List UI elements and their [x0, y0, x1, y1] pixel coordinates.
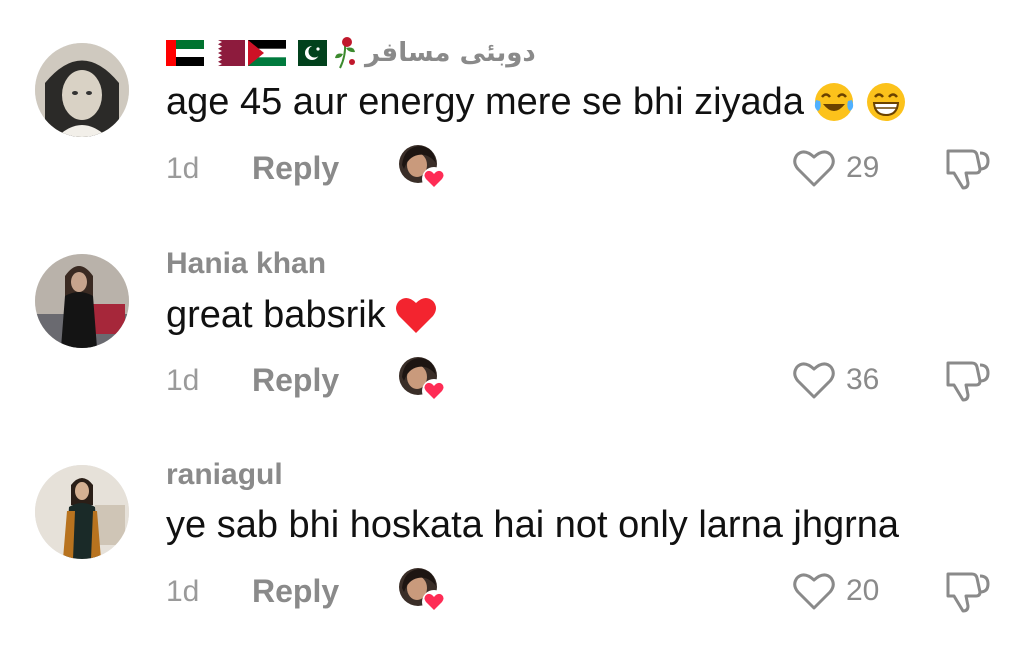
reply-button[interactable]: Reply: [252, 573, 339, 610]
username[interactable]: دوبئی مسافر: [365, 38, 536, 68]
username[interactable]: raniagul: [166, 458, 283, 492]
reply-button[interactable]: Reply: [252, 150, 339, 187]
grinning-emoji-icon: [866, 83, 905, 121]
creator-liked-heart-icon: [399, 568, 446, 614]
red-heart-emoji-icon: [395, 297, 436, 333]
comment-text-row: great babsrik: [166, 293, 438, 337]
uae-flag-icon: [166, 40, 204, 66]
comment-time: 1d: [166, 575, 200, 608]
thumbs-down-icon[interactable]: [942, 566, 992, 616]
thumbs-down-icon[interactable]: [942, 143, 992, 193]
palestine-flag-icon: [248, 40, 286, 66]
tears-of-joy-emoji-icon: [814, 83, 854, 121]
username-flags: دوبئی مسافر: [166, 36, 536, 70]
creator-liked-heart-icon: [399, 145, 446, 191]
comment-text: age 45 aur energy mere se bhi ziyada: [166, 80, 804, 123]
comment-item: raniagul ye sab bhi hoskata hai not only…: [0, 422, 1024, 622]
comment-item: دوبئی مسافر age 45 aur energy mere se bh…: [0, 0, 1024, 200]
creator-liked-heart-icon: [399, 357, 446, 403]
wilted-rose-icon: [335, 37, 355, 69]
avatar[interactable]: [35, 43, 129, 137]
heart-outline-icon[interactable]: [792, 358, 836, 402]
pakistan-flag-icon: [289, 40, 327, 66]
comment-text-row: age 45 aur energy mere se bhi ziyada: [166, 80, 908, 124]
heart-outline-icon[interactable]: [792, 146, 836, 190]
reply-button[interactable]: Reply: [252, 362, 339, 399]
qatar-flag-icon: [207, 40, 245, 66]
like-count: 36: [846, 363, 880, 396]
avatar[interactable]: [35, 465, 129, 559]
like-count: 29: [846, 151, 880, 184]
comment-item: Hania khan great babsrik 1d Reply 36: [0, 211, 1024, 411]
comment-text: ye sab bhi hoskata hai not only larna jh…: [166, 504, 900, 546]
like-count: 20: [846, 574, 880, 607]
heart-outline-icon[interactable]: [792, 569, 836, 613]
thumbs-down-icon[interactable]: [942, 355, 992, 405]
comment-text: great babsrik: [166, 293, 386, 336]
comment-time: 1d: [166, 364, 200, 397]
avatar[interactable]: [35, 254, 129, 348]
username[interactable]: Hania khan: [166, 247, 326, 281]
comment-time: 1d: [166, 152, 200, 185]
comment-text-row: ye sab bhi hoskata hai not only larna jh…: [166, 504, 899, 547]
